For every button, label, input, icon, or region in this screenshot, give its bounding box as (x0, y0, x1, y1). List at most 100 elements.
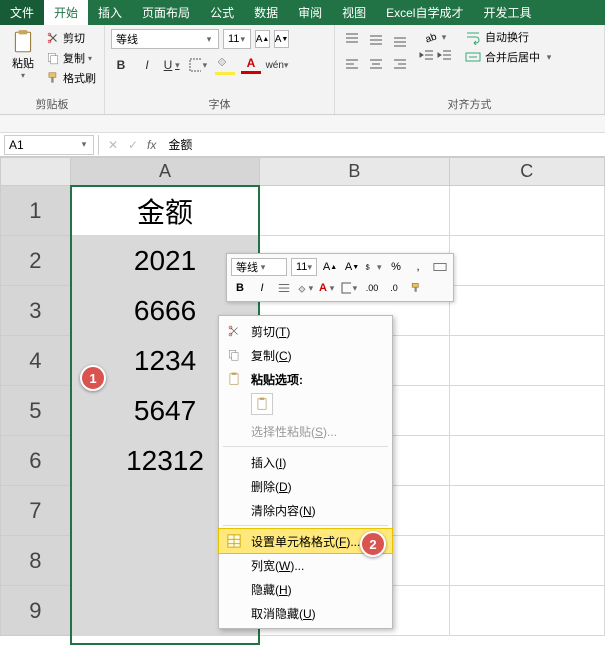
cancel-formula-icon[interactable]: ✕ (103, 135, 123, 155)
clipboard-icon (255, 397, 269, 411)
row-header-5[interactable]: 5 (1, 386, 71, 436)
copy-icon (46, 51, 60, 65)
ctx-copy[interactable]: 复制(C) (219, 343, 392, 367)
ctx-column-width[interactable]: 列宽(W)... (219, 553, 392, 577)
align-middle-button[interactable] (365, 29, 387, 51)
row-header-9[interactable]: 9 (1, 586, 71, 636)
mini-font-size[interactable]: 11▾ (291, 258, 317, 276)
ctx-delete[interactable]: 删除(D) (219, 474, 392, 498)
cell-C5[interactable] (449, 386, 604, 436)
align-bottom-button[interactable] (389, 29, 411, 51)
align-center-button[interactable] (365, 53, 387, 75)
cell-C3[interactable] (449, 286, 604, 336)
mini-increase-decimal[interactable]: .00 (363, 279, 381, 297)
formula-input[interactable]: 金额 (160, 136, 605, 153)
tab-file[interactable]: 文件 (0, 0, 44, 25)
row-header-2[interactable]: 2 (1, 236, 71, 286)
mini-format-painter[interactable] (407, 279, 425, 297)
ctx-insert[interactable]: 插入(I) (219, 450, 392, 474)
mini-bold[interactable]: B (231, 279, 249, 297)
tab-view[interactable]: 视图 (332, 0, 376, 25)
tab-selfstudy[interactable]: Excel自学成才 (376, 0, 473, 25)
cell-C8[interactable] (449, 536, 604, 586)
decrease-indent-button[interactable] (419, 47, 435, 63)
underline-button[interactable]: U▾ (163, 55, 183, 75)
increase-font-button[interactable]: A▲ (255, 30, 270, 48)
mini-decrease-decimal[interactable]: .0 (385, 279, 403, 297)
format-painter-button[interactable]: 格式刷 (44, 69, 98, 87)
tab-review[interactable]: 审阅 (288, 0, 332, 25)
ctx-paste-default[interactable] (251, 393, 273, 415)
increase-indent-button[interactable] (437, 47, 453, 63)
paste-button[interactable]: 粘贴 ▾ (6, 29, 40, 96)
mini-font-name[interactable]: 等线▾ (231, 258, 287, 276)
phonetic-button[interactable]: wén▾ (267, 55, 287, 75)
copy-button[interactable]: 复制 ▾ (44, 49, 98, 67)
mini-grow-font[interactable]: A▲ (321, 258, 339, 276)
italic-button[interactable]: I (137, 55, 157, 75)
mini-comma[interactable]: , (409, 258, 427, 276)
cell-B1[interactable] (260, 186, 449, 236)
cell-A1[interactable]: 金额 (70, 186, 260, 236)
align-right-button[interactable] (389, 53, 411, 75)
font-name-combo[interactable]: 等线▾ (111, 29, 219, 49)
name-box[interactable]: A1▾ (4, 135, 94, 155)
mini-border[interactable]: ▾ (341, 279, 359, 297)
tab-insert[interactable]: 插入 (88, 0, 132, 25)
tab-data[interactable]: 数据 (244, 0, 288, 25)
tab-formula[interactable]: 公式 (200, 0, 244, 25)
clipboard-icon (10, 29, 36, 55)
mini-accounting-format[interactable]: $▾ (365, 258, 383, 276)
paintbrush-icon (46, 71, 60, 85)
ctx-hide[interactable]: 隐藏(H) (219, 577, 392, 601)
accept-formula-icon[interactable]: ✓ (123, 135, 143, 155)
font-size-combo[interactable]: 11▾ (223, 29, 251, 49)
cell-C7[interactable] (449, 486, 604, 536)
row-header-7[interactable]: 7 (1, 486, 71, 536)
tab-developer[interactable]: 开发工具 (473, 0, 541, 25)
ribbon: 粘贴 ▾ 剪切 复制 ▾ 格式刷 剪贴板 等线▾ 11▾ A▲ A▼ B I U… (0, 25, 605, 115)
mini-fill-color[interactable]: ▾ (297, 279, 315, 297)
cell-C2[interactable] (449, 236, 604, 286)
mini-shrink-font[interactable]: A▼ (343, 258, 361, 276)
merge-center-button[interactable]: 合并后居中 ▾ (465, 49, 554, 65)
align-left-button[interactable] (341, 53, 363, 75)
col-header-B[interactable]: B (260, 158, 449, 186)
row-header-4[interactable]: 4 (1, 336, 71, 386)
decrease-font-button[interactable]: A▼ (274, 30, 289, 48)
bold-button[interactable]: B (111, 55, 131, 75)
border-button[interactable]: ▾ (189, 55, 209, 75)
mini-percent[interactable]: % (387, 258, 405, 276)
mini-align[interactable] (275, 279, 293, 297)
ctx-clear[interactable]: 清除内容(N) (219, 498, 392, 522)
cell-C6[interactable] (449, 436, 604, 486)
merge-icon (433, 260, 447, 274)
select-all-corner[interactable] (1, 158, 71, 186)
tab-page-layout[interactable]: 页面布局 (132, 0, 200, 25)
row-header-6[interactable]: 6 (1, 436, 71, 486)
merge-icon (465, 49, 481, 65)
mini-font-color[interactable]: A▾ (319, 279, 337, 297)
ctx-cut[interactable]: 剪切(T) (219, 319, 392, 343)
col-header-C[interactable]: C (449, 158, 604, 186)
fx-icon[interactable]: fx (143, 138, 160, 152)
font-color-button[interactable]: A (241, 56, 261, 74)
fill-color-button[interactable] (215, 56, 235, 75)
cell-C9[interactable] (449, 586, 604, 636)
format-cells-icon (227, 534, 241, 548)
orientation-button[interactable]: ab▾ (419, 29, 453, 45)
cut-button[interactable]: 剪切 (44, 29, 98, 47)
row-header-8[interactable]: 8 (1, 536, 71, 586)
mini-merge[interactable] (431, 258, 449, 276)
tab-home[interactable]: 开始 (44, 0, 88, 25)
col-header-A[interactable]: A (70, 158, 260, 186)
row-header-3[interactable]: 3 (1, 286, 71, 336)
row-header-1[interactable]: 1 (1, 186, 71, 236)
wrap-text-button[interactable]: 自动换行 (465, 29, 554, 45)
mini-italic[interactable]: I (253, 279, 271, 297)
cell-C4[interactable] (449, 336, 604, 386)
cell-C1[interactable] (449, 186, 604, 236)
ctx-unhide[interactable]: 取消隐藏(U) (219, 601, 392, 625)
align-top-button[interactable] (341, 29, 363, 51)
clipboard-icon (227, 372, 241, 386)
